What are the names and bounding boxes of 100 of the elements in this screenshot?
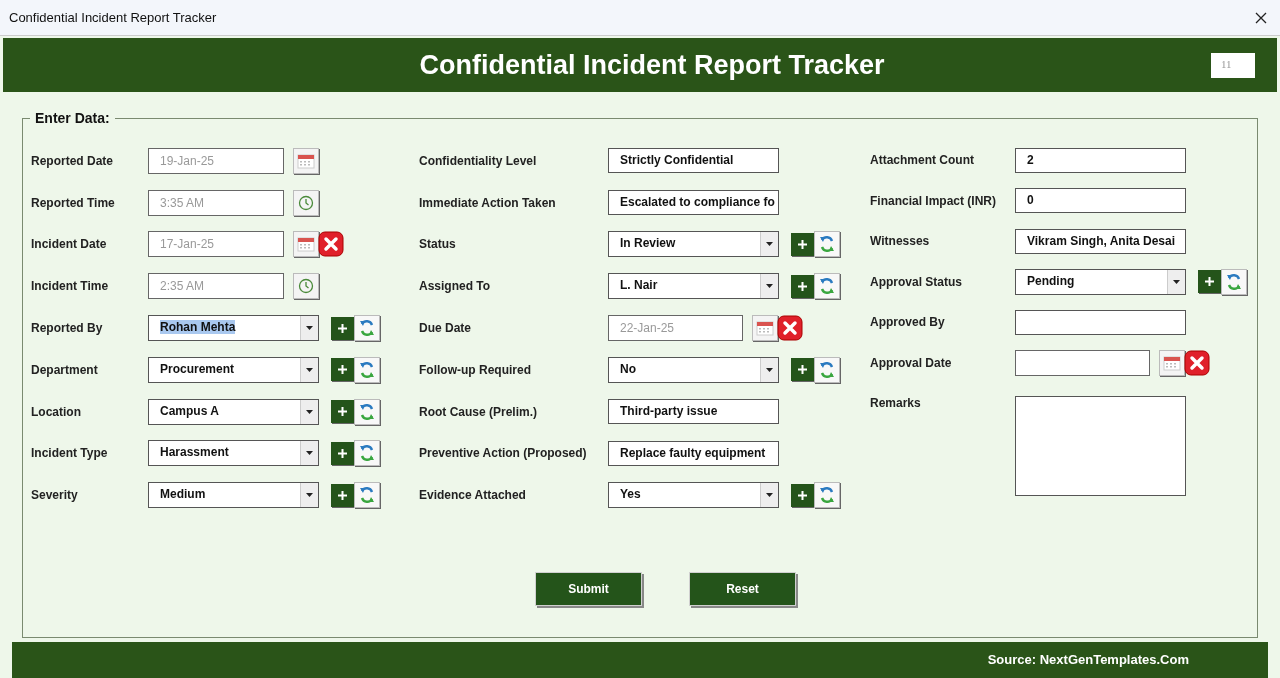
refresh-button[interactable] bbox=[354, 315, 380, 342]
refresh-button[interactable] bbox=[354, 398, 380, 425]
refresh-icon bbox=[359, 486, 375, 505]
dropdown-value: Campus A bbox=[160, 403, 219, 418]
field-label: Reported By bbox=[31, 320, 104, 338]
field-label: Approval Status bbox=[870, 273, 963, 291]
action-button[interactable]: Reset bbox=[689, 572, 796, 607]
field-label: Evidence Attached bbox=[419, 487, 527, 505]
text-field[interactable]: Strictly Confidential bbox=[608, 148, 779, 174]
field-label: Financial Impact (INR) bbox=[870, 192, 998, 210]
add-button[interactable] bbox=[331, 358, 354, 382]
text-field[interactable]: Third-party issue bbox=[608, 399, 779, 425]
clock-button[interactable] bbox=[293, 273, 319, 300]
plus-icon bbox=[338, 448, 347, 458]
refresh-button[interactable] bbox=[354, 440, 380, 467]
calendar-icon bbox=[297, 236, 315, 253]
caret-icon bbox=[306, 493, 313, 498]
plus-icon bbox=[338, 490, 347, 500]
text-field[interactable]: 0 bbox=[1015, 188, 1186, 214]
field-label: Incident Time bbox=[31, 278, 110, 296]
close-icon bbox=[318, 231, 344, 258]
caret-icon bbox=[306, 326, 313, 331]
refresh-button[interactable] bbox=[814, 231, 840, 258]
caret-icon bbox=[766, 284, 773, 289]
clock-icon bbox=[298, 194, 314, 211]
caret-icon bbox=[306, 367, 313, 372]
dropdown[interactable]: In Review bbox=[608, 231, 779, 258]
calendar-button[interactable] bbox=[752, 315, 778, 342]
caret-icon bbox=[306, 409, 313, 414]
action-button[interactable]: Submit bbox=[535, 572, 642, 607]
field-label: Confidentiality Level bbox=[419, 152, 538, 170]
app-title: Confidential Incident Report Tracker bbox=[418, 48, 886, 82]
refresh-icon bbox=[359, 319, 375, 338]
date-field[interactable] bbox=[1015, 349, 1150, 376]
text-field[interactable]: Replace faulty equipment bbox=[608, 440, 779, 466]
field-label: Immediate Action Taken bbox=[419, 194, 557, 212]
dropdown[interactable]: Procurement bbox=[148, 356, 319, 383]
dropdown[interactable]: Medium bbox=[148, 482, 319, 509]
calendar-button[interactable] bbox=[1159, 349, 1185, 376]
plus-icon bbox=[338, 365, 347, 375]
add-button[interactable] bbox=[331, 441, 354, 465]
refresh-icon bbox=[1226, 272, 1242, 291]
add-button[interactable] bbox=[791, 483, 814, 507]
refresh-button[interactable] bbox=[1221, 268, 1247, 295]
text-field[interactable]: 2 bbox=[1015, 147, 1186, 173]
refresh-button[interactable] bbox=[814, 273, 840, 300]
field-label: Status bbox=[419, 236, 457, 254]
add-button[interactable] bbox=[331, 483, 354, 507]
dropdown-value: L. Nair bbox=[620, 278, 658, 293]
add-button[interactable] bbox=[331, 400, 354, 424]
caret-icon bbox=[766, 493, 773, 498]
close-icon bbox=[777, 315, 803, 342]
add-button[interactable] bbox=[331, 316, 354, 340]
dropdown[interactable]: Campus A bbox=[148, 398, 319, 425]
dropdown[interactable]: Rohan Mehta bbox=[148, 315, 319, 342]
refresh-icon bbox=[359, 402, 375, 421]
clock-button[interactable] bbox=[293, 189, 319, 216]
remarks-field[interactable] bbox=[1015, 396, 1186, 496]
text-field[interactable] bbox=[1015, 309, 1186, 335]
record-number-field: 11 bbox=[1211, 52, 1255, 78]
refresh-icon bbox=[359, 360, 375, 379]
refresh-button[interactable] bbox=[814, 482, 840, 509]
calendar-button[interactable] bbox=[293, 231, 319, 258]
add-button[interactable] bbox=[1198, 270, 1221, 294]
dropdown[interactable]: No bbox=[608, 356, 779, 383]
field-label: Preventive Action (Proposed) bbox=[419, 445, 588, 463]
dropdown[interactable]: Yes bbox=[608, 482, 779, 509]
dropdown[interactable]: L. Nair bbox=[608, 273, 779, 300]
field-label: Severity bbox=[31, 487, 79, 505]
field-label: Approved By bbox=[870, 314, 946, 332]
field-label: Root Cause (Prelim.) bbox=[419, 403, 539, 421]
refresh-button[interactable] bbox=[354, 482, 380, 509]
plus-icon bbox=[798, 281, 807, 291]
dropdown-value: Procurement bbox=[160, 361, 235, 376]
add-button[interactable] bbox=[791, 358, 814, 382]
refresh-icon bbox=[819, 360, 835, 379]
add-button[interactable] bbox=[791, 274, 814, 298]
caret-icon bbox=[1173, 279, 1180, 284]
add-button[interactable] bbox=[791, 233, 814, 256]
field-label: Approval Date bbox=[870, 354, 953, 372]
refresh-button[interactable] bbox=[354, 356, 380, 383]
field-label: Location bbox=[31, 403, 82, 421]
caret-icon bbox=[766, 367, 773, 372]
refresh-icon bbox=[819, 486, 835, 505]
field-label: Department bbox=[31, 361, 99, 379]
plus-icon bbox=[338, 407, 347, 417]
refresh-icon bbox=[819, 277, 835, 296]
calendar-icon bbox=[1163, 354, 1181, 371]
window-title: Confidential Incident Report Tracker bbox=[9, 8, 217, 27]
text-field[interactable]: Escalated to compliance fo bbox=[608, 190, 779, 216]
plus-icon bbox=[798, 240, 807, 249]
field-label: Due Date bbox=[419, 320, 472, 338]
plus-icon bbox=[798, 365, 807, 375]
dropdown[interactable]: Harassment bbox=[148, 440, 319, 467]
dropdown[interactable]: Pending bbox=[1015, 268, 1186, 295]
refresh-button[interactable] bbox=[814, 356, 840, 383]
text-field[interactable]: Vikram Singh, Anita Desai bbox=[1015, 228, 1186, 254]
clear-button[interactable] bbox=[1184, 349, 1210, 376]
field-label: Remarks bbox=[870, 395, 922, 412]
field-label: Reported Date bbox=[31, 152, 114, 170]
